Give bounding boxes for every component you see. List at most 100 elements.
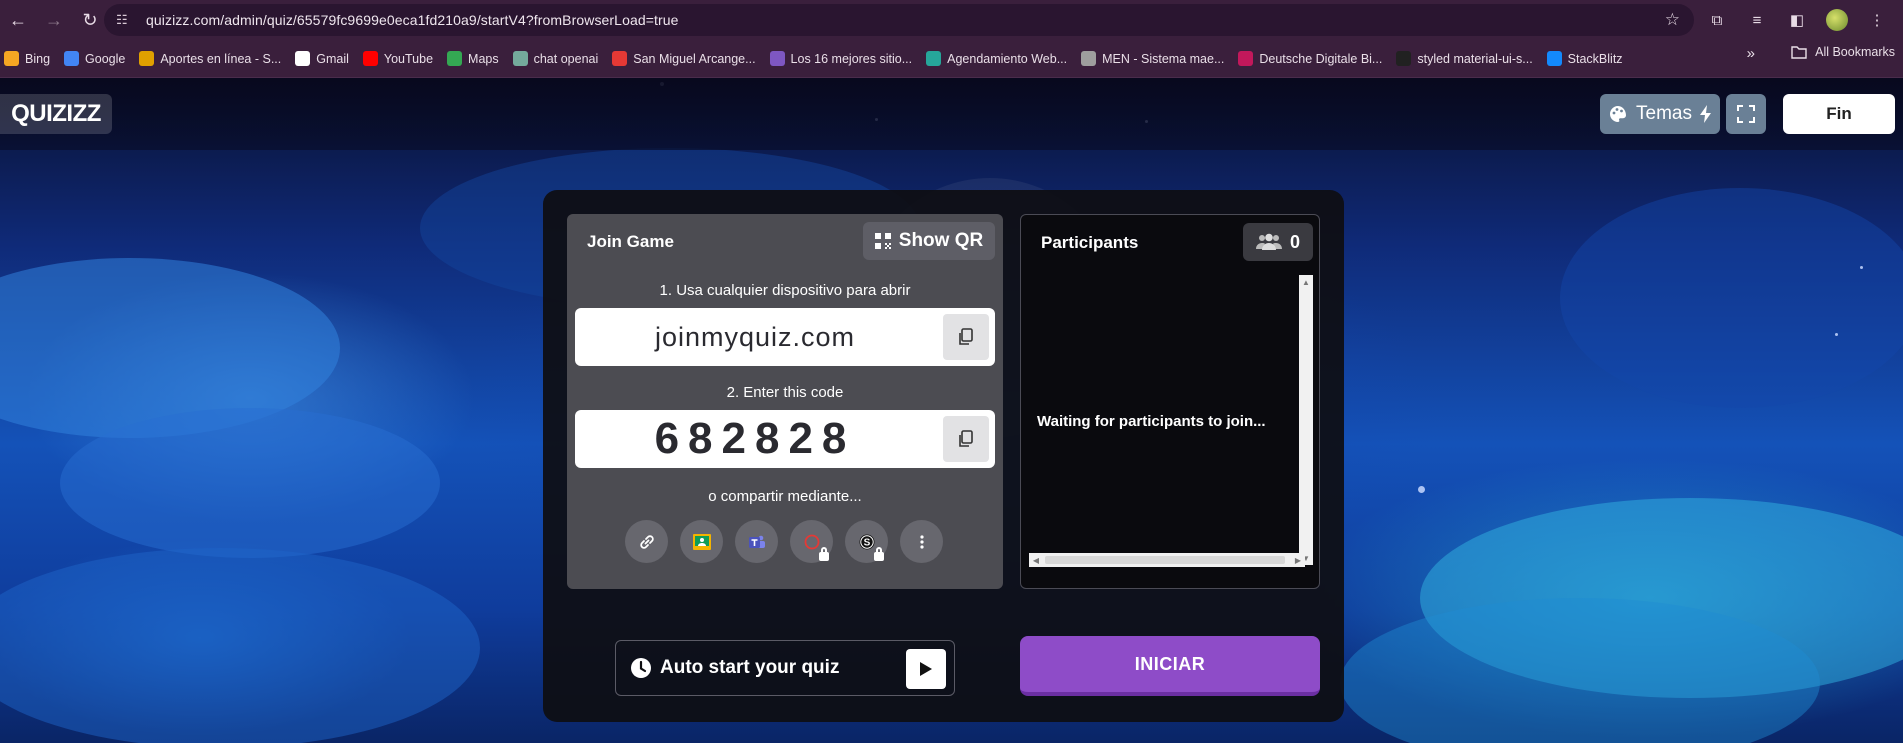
deutsche-icon xyxy=(1238,51,1254,66)
folder-icon xyxy=(1791,46,1807,59)
lightning-icon xyxy=(1699,105,1711,123)
bing-icon xyxy=(4,51,19,66)
copy-code-button[interactable] xyxy=(943,416,989,462)
waiting-message: Waiting for participants to join... xyxy=(1037,413,1266,430)
bookmark-item[interactable]: Deutsche Digitale Bi... xyxy=(1234,45,1392,73)
share-via-text: o compartir mediante... xyxy=(708,488,862,505)
agendamiento-icon xyxy=(926,51,942,66)
fullscreen-button[interactable] xyxy=(1726,94,1766,134)
share-canvas-button[interactable]: S xyxy=(845,520,888,563)
join-url-box: joinmyquiz.com xyxy=(575,308,995,366)
microsoft-teams-icon xyxy=(748,535,765,548)
join-game-card: Join Game Show QR 1. Usa cualquier dispo… xyxy=(567,214,1003,589)
site-info-icon[interactable]: ☷ xyxy=(116,12,136,28)
more-options-icon xyxy=(919,534,924,549)
show-qr-button[interactable]: Show QR xyxy=(863,222,995,260)
bookmark-label: YouTube xyxy=(383,51,434,66)
participant-count-badge: 0 xyxy=(1243,223,1313,261)
browser-actions: ⧉ ≡ ◧ ⋮ xyxy=(1699,0,1903,40)
globe-icon xyxy=(1081,51,1097,66)
browser-menu-icon[interactable]: ⋮ xyxy=(1859,2,1895,38)
bookmark-item[interactable]: Maps xyxy=(443,45,509,73)
google-icon xyxy=(64,51,80,66)
openai-icon xyxy=(512,51,528,66)
bookmark-label: styled material-ui-s... xyxy=(1417,51,1533,66)
auto-start-play-button[interactable] xyxy=(906,649,946,689)
bookmark-label: San Miguel Arcange... xyxy=(633,51,756,66)
vertical-scrollbar[interactable]: ▲ ▼ xyxy=(1299,275,1313,565)
bookmark-label: Gmail xyxy=(316,51,349,66)
extensions-icon[interactable]: ⧉ xyxy=(1699,2,1735,38)
bookmark-label: chat openai xyxy=(533,51,599,66)
bookmark-item[interactable]: chat openai xyxy=(509,45,609,73)
copy-url-button[interactable] xyxy=(943,314,989,360)
bookmark-item[interactable]: Aportes en línea - S... xyxy=(135,45,291,73)
back-arrow-icon[interactable]: ← xyxy=(0,2,36,38)
quizizz-logo[interactable]: QUIZIZZ xyxy=(0,94,112,134)
lock-icon xyxy=(874,547,884,561)
star-decoration xyxy=(1860,266,1863,269)
san-miguel-icon xyxy=(612,51,628,66)
bookmarks-bar: Bing Google Aportes en línea - S... Gmail Yo… xyxy=(0,40,1903,78)
bookmark-item[interactable]: Los 16 mejores sitio... xyxy=(766,45,923,73)
all-bookmarks[interactable]: All Bookmarks xyxy=(1791,45,1895,59)
address-bar[interactable]: ☷ quizizz.com/admin/quiz/65579fc9699e0ec… xyxy=(104,4,1694,36)
copy-icon xyxy=(959,430,973,447)
bookmark-label: Google xyxy=(85,51,126,66)
bookmark-item[interactable]: MEN - Sistema mae... xyxy=(1077,45,1234,73)
step-two-text: 2. Enter this code xyxy=(726,384,844,401)
bookmark-item[interactable]: YouTube xyxy=(359,45,443,73)
copy-icon xyxy=(959,328,973,345)
bookmark-item[interactable]: StackBlitz xyxy=(1543,45,1633,73)
share-schoology-button[interactable] xyxy=(790,520,833,563)
temas-button[interactable]: Temas xyxy=(1600,94,1720,134)
bookmark-label: Los 16 mejores sitio... xyxy=(790,51,913,66)
aportes-icon xyxy=(139,51,155,66)
media-controls-icon[interactable]: ≡ xyxy=(1739,2,1775,38)
bookmark-item[interactable]: styled material-ui-s... xyxy=(1392,45,1542,73)
scroll-thumb[interactable] xyxy=(1045,556,1285,564)
share-teams-button[interactable] xyxy=(735,520,778,563)
quizizz-header: QUIZIZZ Temas Fin xyxy=(0,78,1903,150)
youtube-icon xyxy=(362,51,378,66)
scroll-up-icon[interactable]: ▲ xyxy=(1299,275,1313,289)
forward-arrow-icon[interactable]: → xyxy=(36,2,72,38)
styled-icon xyxy=(1396,51,1412,66)
clock-icon xyxy=(631,658,651,678)
cloud-decoration xyxy=(0,548,480,743)
auto-start-box: Auto start your quiz xyxy=(615,640,955,696)
bookmark-item[interactable]: Agendamiento Web... xyxy=(922,45,1077,73)
participants-title: Participants xyxy=(1041,233,1139,252)
bookmark-label: Deutsche Digitale Bi... xyxy=(1259,51,1383,66)
bookmark-item[interactable]: San Miguel Arcange... xyxy=(608,45,765,73)
scroll-right-icon[interactable]: ▶ xyxy=(1291,553,1305,567)
iniciar-button[interactable]: INICIAR xyxy=(1020,636,1320,696)
fin-button[interactable]: Fin xyxy=(1783,94,1895,134)
horizontal-scrollbar[interactable]: ◀ ▶ xyxy=(1029,553,1305,567)
share-link-button[interactable] xyxy=(625,520,668,563)
link-icon xyxy=(639,534,654,549)
bookmark-label: Aportes en línea - S... xyxy=(160,51,282,66)
step-one-text: 1. Usa cualquier dispositivo para abrir xyxy=(659,282,911,299)
address-url[interactable]: quizizz.com/admin/quiz/65579fc9699e0eca1… xyxy=(146,12,679,28)
more-share-options-button[interactable] xyxy=(900,520,943,563)
fullscreen-icon xyxy=(1737,105,1755,123)
reload-icon[interactable]: ↻ xyxy=(72,2,108,38)
auto-start-label: Auto start your quiz xyxy=(660,657,840,678)
profile-avatar[interactable] xyxy=(1819,2,1855,38)
participants-card: Participants 0 Waiting for participants … xyxy=(1020,214,1320,589)
share-classroom-button[interactable] xyxy=(680,520,723,563)
bookmark-item[interactable]: Google xyxy=(60,45,135,73)
palette-icon xyxy=(1610,106,1627,122)
stackblitz-icon xyxy=(1546,51,1562,66)
bookmark-item[interactable]: Bing xyxy=(0,45,60,73)
maps-icon xyxy=(447,51,463,66)
scroll-left-icon[interactable]: ◀ xyxy=(1029,553,1043,567)
los16-icon xyxy=(769,51,785,66)
bookmark-label: Bing xyxy=(25,51,51,66)
lock-icon xyxy=(819,547,829,561)
bookmark-item[interactable]: Gmail xyxy=(291,45,359,73)
side-panel-icon[interactable]: ◧ xyxy=(1779,2,1815,38)
more-bookmarks-icon[interactable]: » xyxy=(1747,45,1755,62)
bookmark-star-icon[interactable]: ☆ xyxy=(1665,10,1680,30)
